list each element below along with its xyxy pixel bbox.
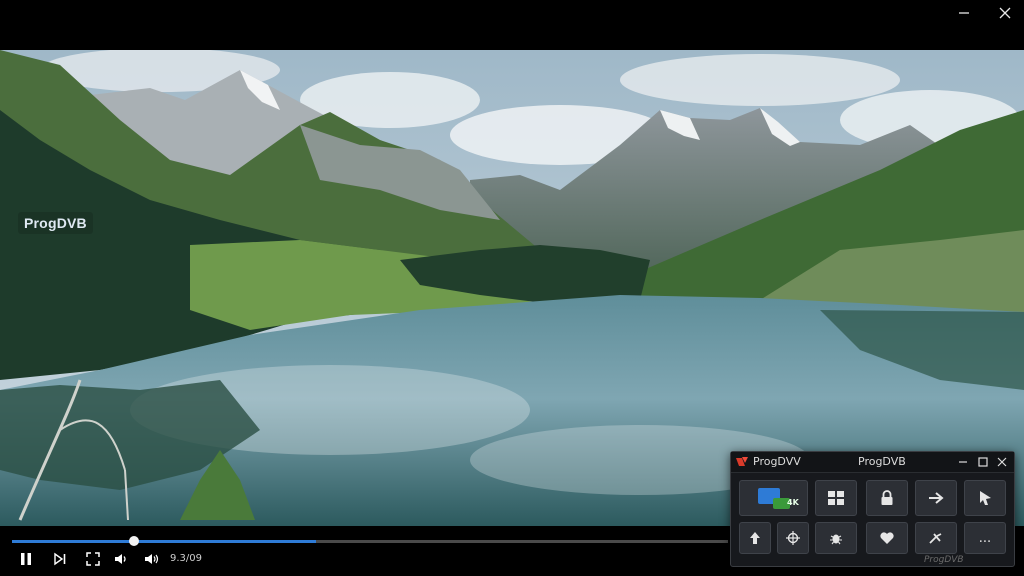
audio-icon (115, 554, 126, 564)
more-icon: ... (978, 530, 992, 546)
fullscreen-icon (86, 552, 100, 566)
target-button[interactable] (777, 522, 809, 554)
upload-icon (750, 532, 760, 544)
close-icon (997, 457, 1007, 467)
title-bar (0, 0, 1024, 50)
grid-icon (828, 491, 844, 505)
debug-button[interactable] (815, 522, 857, 554)
pause-button[interactable] (18, 550, 34, 568)
mini-maximize-button[interactable] (975, 454, 991, 470)
bug-icon (830, 534, 842, 545)
layout-grid-button[interactable] (815, 480, 857, 516)
time-display: 9.3/09 (170, 553, 202, 564)
next-frame-button[interactable] (52, 550, 68, 568)
mini-control-panel: ProgDVV ProgDVB 4K ... (730, 451, 1015, 567)
watermark: ProgDVB (924, 555, 964, 565)
lock-icon (881, 490, 893, 505)
mini-panel-title: ProgDVB (858, 455, 906, 468)
mini-close-button[interactable] (994, 454, 1010, 470)
tools-icon (929, 533, 942, 544)
tools-button[interactable] (915, 522, 957, 554)
channel-logo: ProgDVB (18, 212, 93, 234)
close-icon (999, 7, 1011, 19)
minimize-button[interactable] (952, 2, 976, 24)
more-button[interactable]: ... (964, 522, 1006, 554)
heart-icon (880, 532, 894, 544)
mini-panel-app-name: ProgDVV (753, 455, 801, 468)
next-frame-icon (54, 552, 66, 566)
seek-bar[interactable] (12, 536, 728, 546)
pause-icon (21, 553, 31, 565)
minimize-icon (959, 12, 969, 14)
forward-button[interactable] (915, 480, 957, 516)
app-logo-icon (736, 457, 748, 466)
4k-badge: 4K (787, 498, 799, 507)
pointer-button[interactable] (964, 480, 1006, 516)
screen-4k-button[interactable]: 4K (739, 480, 808, 516)
crosshair-icon (786, 531, 800, 545)
upload-button[interactable] (739, 522, 771, 554)
volume-icon (145, 554, 159, 564)
4k-screen-icon (757, 488, 790, 509)
lock-button[interactable] (866, 480, 908, 516)
close-button[interactable] (993, 2, 1017, 24)
mini-minimize-button[interactable] (955, 454, 971, 470)
seek-thumb[interactable] (128, 536, 139, 546)
mini-panel-titlebar[interactable]: ProgDVV ProgDVB (731, 452, 1014, 473)
arrow-right-icon (929, 492, 944, 504)
seek-progress (12, 540, 317, 543)
audio-button[interactable] (113, 550, 129, 568)
cursor-icon (980, 491, 991, 505)
maximize-icon (978, 457, 988, 467)
minimize-icon (959, 461, 967, 463)
fullscreen-button[interactable] (85, 550, 101, 568)
favorite-button[interactable] (866, 522, 908, 554)
volume-button[interactable] (143, 550, 161, 568)
